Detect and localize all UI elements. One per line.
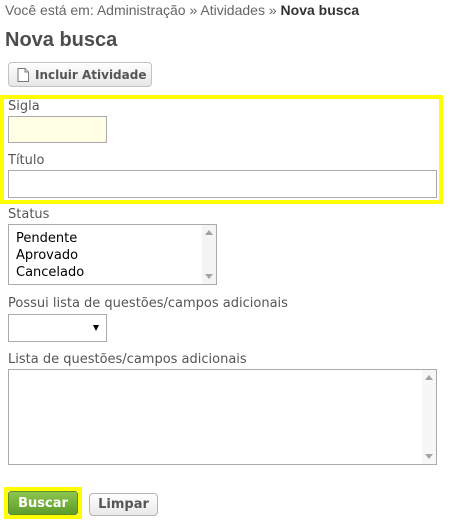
include-activity-button[interactable]: Incluir Atividade — [8, 62, 152, 87]
include-activity-label: Incluir Atividade — [35, 67, 147, 82]
breadcrumb-link-administracao[interactable]: Administração — [97, 2, 186, 18]
lista-scrollbar[interactable] — [422, 370, 436, 464]
sigla-label: Sigla — [8, 99, 40, 114]
titulo-input[interactable] — [8, 170, 437, 198]
status-option-aprovado[interactable]: Aprovado — [9, 247, 84, 264]
scroll-down-icon[interactable] — [425, 454, 433, 459]
scroll-up-icon[interactable] — [205, 230, 213, 235]
possui-lista-label: Possui lista de questões/campos adiciona… — [8, 296, 288, 311]
search-button[interactable]: Buscar — [8, 491, 78, 515]
lista-textarea[interactable] — [8, 369, 437, 465]
sigla-input[interactable] — [8, 116, 107, 143]
scroll-up-icon[interactable] — [425, 375, 433, 380]
status-scrollbar[interactable] — [202, 225, 216, 284]
breadcrumb-prefix: Você está em: — [5, 2, 94, 18]
lista-label: Lista de questões/campos adicionais — [8, 352, 247, 367]
page-title: Nova busca — [5, 29, 118, 51]
breadcrumb-separator: » — [189, 2, 198, 18]
status-listbox[interactable]: Pendente Aprovado Cancelado — [8, 224, 217, 285]
scroll-down-icon[interactable] — [205, 274, 213, 279]
breadcrumb: Você está em: Administração » Atividades… — [5, 2, 359, 18]
document-icon — [17, 67, 29, 82]
breadcrumb-separator: » — [268, 2, 277, 18]
titulo-label: Título — [8, 153, 45, 168]
status-option-cancelado[interactable]: Cancelado — [9, 264, 84, 281]
breadcrumb-current: Nova busca — [280, 2, 360, 18]
status-option-pendente[interactable]: Pendente — [9, 230, 84, 247]
dropdown-arrow-icon — [93, 325, 99, 331]
status-label: Status — [8, 207, 50, 222]
breadcrumb-link-atividades[interactable]: Atividades — [200, 2, 265, 18]
clear-button[interactable]: Limpar — [89, 493, 158, 516]
possui-lista-select[interactable] — [8, 314, 107, 342]
